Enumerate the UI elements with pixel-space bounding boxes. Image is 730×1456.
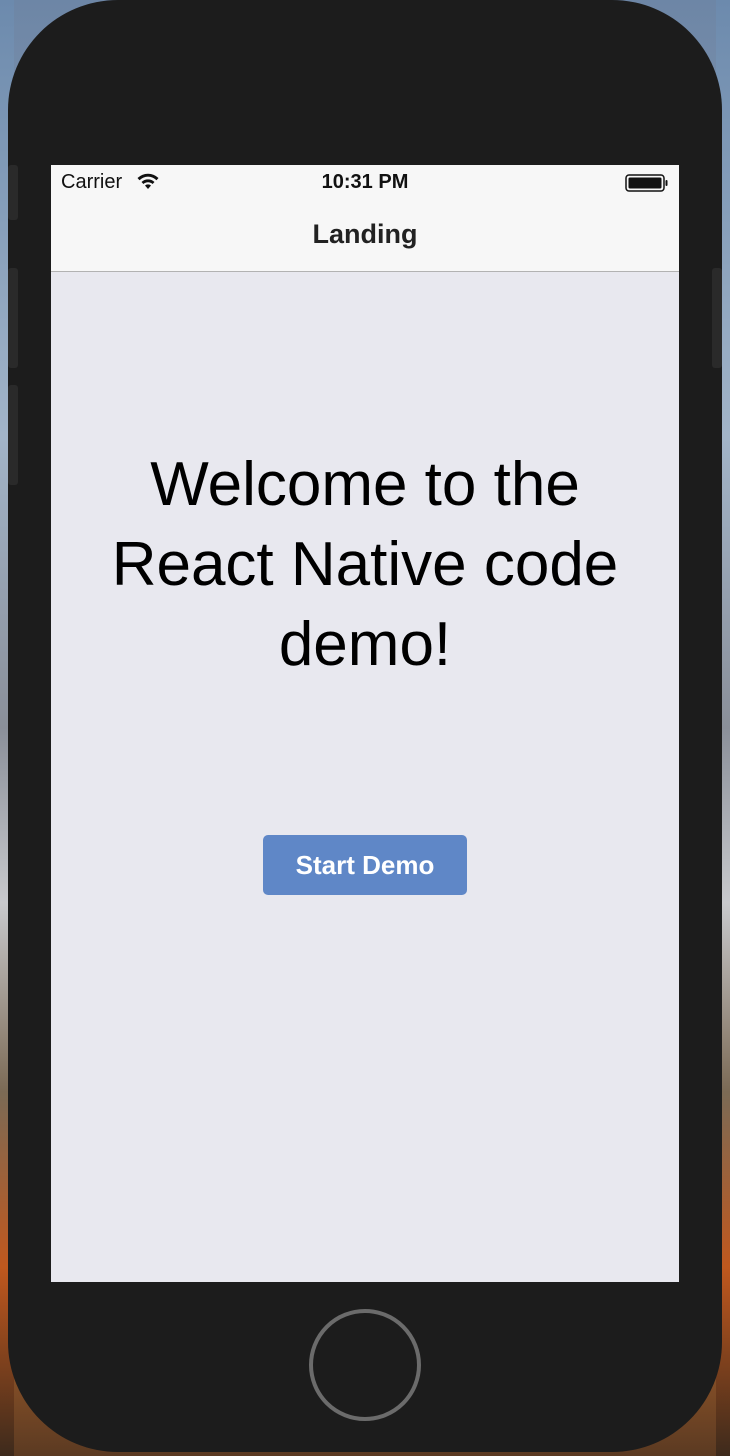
start-demo-button[interactable]: Start Demo (263, 835, 467, 895)
power-button (712, 268, 722, 368)
app-screen: Carrier 10:31 PM Landing Welcome to the … (51, 165, 679, 1282)
nav-title: Landing (312, 219, 418, 249)
volume-down-button (8, 385, 18, 485)
battery-icon (625, 174, 668, 192)
status-bar: Carrier 10:31 PM (51, 165, 679, 201)
status-time: 10:31 PM (321, 171, 409, 193)
mute-switch (8, 165, 18, 220)
home-button[interactable] (309, 1309, 421, 1421)
volume-up-button (8, 268, 18, 368)
navigation-bar: Landing (51, 201, 679, 272)
welcome-heading: Welcome to the React Native code demo! (111, 450, 619, 679)
